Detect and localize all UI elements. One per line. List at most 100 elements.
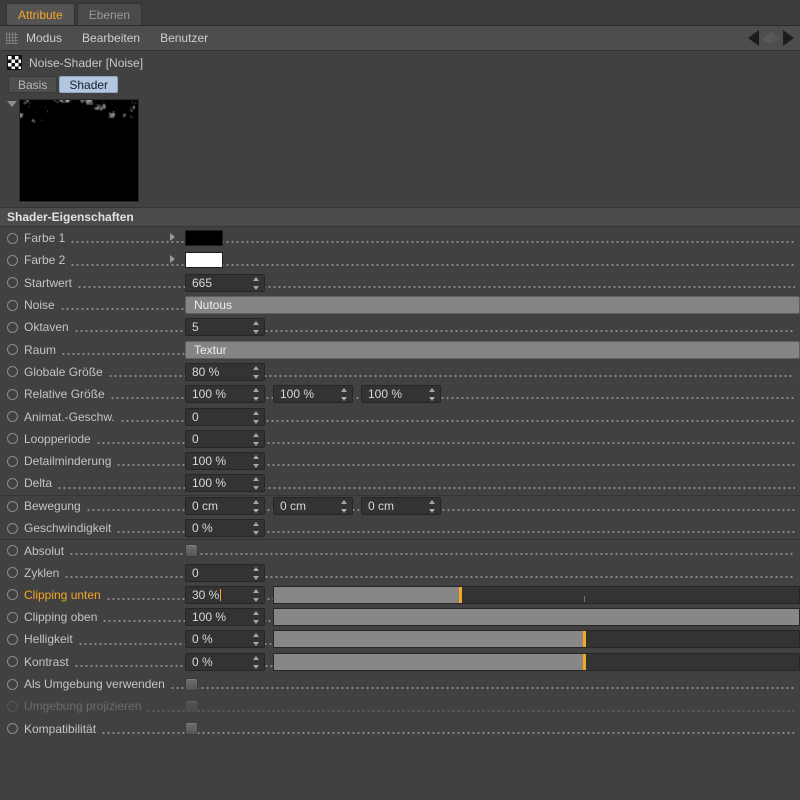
param-label-kontrast: Kontrast: [24, 654, 69, 669]
slider-helligkeit[interactable]: [273, 630, 800, 649]
dropdown-noise[interactable]: Nutous: [185, 296, 800, 315]
noise-preview-thumbnail[interactable]: [19, 99, 139, 202]
spinner-arrows-icon[interactable]: [252, 388, 259, 402]
color-expand-arrow-icon[interactable]: [170, 233, 175, 241]
page-title: Noise-Shader [Noise]: [29, 55, 144, 70]
param-toggle-animat_geschw[interactable]: [7, 411, 18, 423]
param-toggle-absolut[interactable]: [7, 545, 18, 557]
number-field-clipping_oben[interactable]: 100 %: [185, 608, 265, 627]
number-field-zyklen[interactable]: 0: [185, 563, 265, 582]
param-control-farbe2: [170, 249, 800, 271]
spinner-arrows-icon[interactable]: [252, 432, 259, 446]
spinner-arrows-icon[interactable]: [340, 388, 347, 402]
param-toggle-relative_groesse[interactable]: [7, 388, 18, 400]
param-toggle-farbe2[interactable]: [7, 254, 18, 266]
param-toggle-loopperiode[interactable]: [7, 433, 18, 445]
param-toggle-als_umgebung_verwenden[interactable]: [7, 678, 18, 690]
number-field-helligkeit[interactable]: 0 %: [185, 630, 265, 649]
number-field-globale_groesse[interactable]: 80 %: [185, 362, 265, 381]
spinner-arrows-icon[interactable]: [252, 611, 259, 625]
slider-handle[interactable]: [582, 653, 586, 670]
number-field-delta[interactable]: 100 %: [185, 474, 265, 493]
checkbox-absolut[interactable]: [185, 544, 198, 558]
number-field-bewegung-3[interactable]: 0 cm: [361, 497, 441, 516]
triangle-down-icon[interactable]: [7, 101, 17, 107]
slider-handle[interactable]: [582, 631, 586, 648]
param-toggle-clipping_oben[interactable]: [7, 611, 18, 623]
spinner-arrows-icon[interactable]: [252, 633, 259, 647]
slider-clipping_oben[interactable]: [273, 608, 800, 627]
param-toggle-bewegung[interactable]: [7, 500, 18, 512]
spinner-arrows-icon[interactable]: [252, 477, 259, 491]
slider-kontrast[interactable]: [273, 652, 800, 671]
param-toggle-farbe1[interactable]: [7, 232, 18, 244]
param-toggle-noise[interactable]: [7, 299, 18, 311]
param-toggle-umgebung_projizieren[interactable]: [7, 700, 18, 712]
dropdown-raum[interactable]: Textur: [185, 340, 800, 359]
menu-item-bearbeiten[interactable]: Bearbeiten: [82, 31, 140, 45]
spinner-arrows-icon[interactable]: [428, 500, 435, 514]
nav-back-arrow-icon[interactable]: [748, 30, 759, 46]
menu-item-benutzer[interactable]: Benutzer: [160, 31, 208, 45]
number-field-relative_groesse-1[interactable]: 100 %: [185, 385, 265, 404]
number-value-zyklen: 0: [192, 565, 199, 580]
param-row-animat_geschw: Animat.-Geschw. 0: [0, 405, 800, 427]
checkbox-kompatibilitaet[interactable]: [185, 722, 198, 736]
number-field-geschwindigkeit[interactable]: 0 %: [185, 519, 265, 537]
number-value-geschwindigkeit: 0 %: [192, 521, 213, 535]
param-control-detailminderung: 100 %: [185, 450, 800, 472]
grip-dots-icon[interactable]: [6, 32, 18, 44]
spinner-arrows-icon[interactable]: [252, 410, 259, 424]
slider-clipping_unten[interactable]: [273, 585, 800, 604]
spinner-arrows-icon[interactable]: [252, 365, 259, 379]
number-field-oktaven[interactable]: 5: [185, 318, 265, 337]
number-field-startwert[interactable]: 665: [185, 273, 265, 292]
param-toggle-clipping_unten[interactable]: [7, 589, 18, 601]
param-toggle-delta[interactable]: [7, 477, 18, 489]
slider-tick: [583, 595, 585, 602]
number-field-clipping_unten[interactable]: 30 %: [185, 585, 265, 604]
number-field-animat_geschw[interactable]: 0: [185, 407, 265, 426]
shader-subtabs: Basis Shader: [0, 74, 800, 95]
param-toggle-helligkeit[interactable]: [7, 633, 18, 645]
param-toggle-raum[interactable]: [7, 344, 18, 356]
param-toggle-kompatibilitaet[interactable]: [7, 723, 18, 735]
color-swatch-farbe1[interactable]: [185, 230, 223, 247]
spinner-arrows-icon[interactable]: [252, 588, 259, 602]
spinner-arrows-icon[interactable]: [252, 522, 259, 535]
spinner-arrows-icon[interactable]: [252, 455, 259, 469]
number-field-bewegung-1[interactable]: 0 cm: [185, 497, 265, 516]
color-expand-arrow-icon[interactable]: [170, 255, 175, 264]
nav-history-icon[interactable]: [762, 31, 780, 45]
slider-handle[interactable]: [459, 586, 463, 603]
spinner-arrows-icon[interactable]: [428, 388, 435, 402]
number-field-bewegung-2[interactable]: 0 cm: [273, 497, 353, 516]
param-toggle-geschwindigkeit[interactable]: [7, 522, 18, 534]
spinner-arrows-icon[interactable]: [252, 500, 259, 514]
param-toggle-detailminderung[interactable]: [7, 455, 18, 467]
spinner-arrows-icon[interactable]: [340, 500, 347, 514]
tab-attribute[interactable]: Attribute: [6, 3, 75, 25]
number-field-relative_groesse-2[interactable]: 100 %: [273, 385, 353, 404]
param-toggle-startwert[interactable]: [7, 277, 18, 289]
menu-item-modus[interactable]: Modus: [26, 31, 62, 45]
nav-forward-arrow-icon[interactable]: [783, 30, 794, 46]
spinner-arrows-icon[interactable]: [252, 321, 259, 335]
spinner-arrows-icon[interactable]: [252, 655, 259, 669]
number-field-kontrast[interactable]: 0 %: [185, 652, 265, 671]
tab-basis[interactable]: Basis: [8, 76, 58, 93]
tab-ebenen[interactable]: Ebenen: [76, 3, 143, 25]
param-toggle-kontrast[interactable]: [7, 656, 18, 668]
spinner-arrows-icon[interactable]: [252, 566, 259, 580]
number-field-relative_groesse-3[interactable]: 100 %: [361, 385, 441, 404]
param-toggle-zyklen[interactable]: [7, 567, 18, 579]
color-swatch-farbe2[interactable]: [185, 252, 223, 269]
tab-shader[interactable]: Shader: [59, 76, 119, 93]
param-control-bewegung: 0 cm 0 cm 0 cm: [185, 496, 800, 517]
number-field-detailminderung[interactable]: 100 %: [185, 452, 265, 471]
param-toggle-oktaven[interactable]: [7, 321, 18, 333]
checkbox-als_umgebung_verwenden[interactable]: [185, 677, 198, 691]
param-toggle-globale_groesse[interactable]: [7, 366, 18, 378]
number-field-loopperiode[interactable]: 0: [185, 429, 265, 448]
spinner-arrows-icon[interactable]: [252, 276, 259, 290]
